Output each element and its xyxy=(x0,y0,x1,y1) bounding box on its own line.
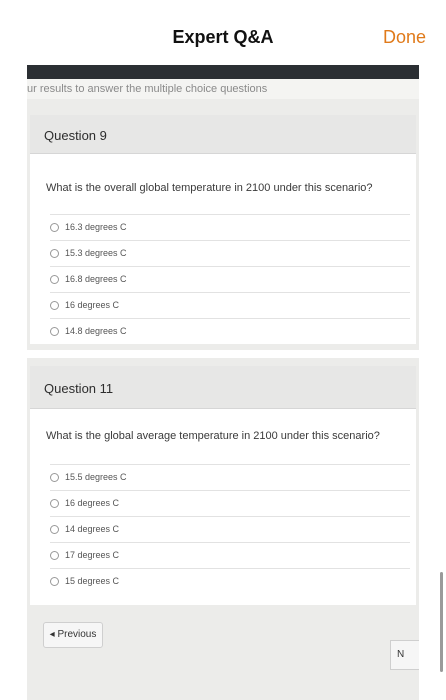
radio-icon[interactable] xyxy=(50,275,59,285)
previous-button[interactable]: ◂ Previous xyxy=(43,622,103,648)
option-label: 16.3 degrees C xyxy=(65,222,127,232)
answer-option[interactable]: 15.3 degrees C xyxy=(50,240,410,266)
option-label: 15 degrees C xyxy=(65,576,120,586)
answer-option[interactable]: 15.5 degrees C xyxy=(50,464,410,490)
question-title: Question 11 xyxy=(44,381,114,396)
question-header: Question 11 xyxy=(30,366,416,409)
answer-option[interactable]: 16.3 degrees C xyxy=(50,214,410,240)
done-button[interactable]: Done xyxy=(383,27,426,48)
photo-top-text: ur results to answer the multiple choice… xyxy=(27,79,419,99)
dark-strip xyxy=(27,65,419,80)
radio-icon[interactable] xyxy=(50,301,59,311)
question-header: Question 9 xyxy=(30,115,416,154)
option-label: 14.8 degrees C xyxy=(65,326,127,336)
answer-option[interactable]: 16.8 degrees C xyxy=(50,266,410,292)
radio-icon[interactable] xyxy=(50,473,59,483)
question-text: What is the global average temperature i… xyxy=(46,430,380,442)
option-label: 16 degrees C xyxy=(65,300,120,310)
radio-icon[interactable] xyxy=(50,551,59,561)
scrollbar[interactable] xyxy=(440,572,443,672)
answer-option[interactable]: 14.8 degrees C xyxy=(50,318,410,344)
radio-icon[interactable] xyxy=(50,327,59,337)
navigation-bar: Expert Q&A Done xyxy=(0,0,446,62)
option-label: 15.5 degrees C xyxy=(65,472,127,482)
question-body: What is the global average temperature i… xyxy=(30,409,416,605)
option-label: 17 degrees C xyxy=(65,550,120,560)
option-label: 14 degrees C xyxy=(65,524,120,534)
option-label: 16.8 degrees C xyxy=(65,274,127,284)
radio-icon[interactable] xyxy=(50,525,59,535)
answer-option[interactable]: 15 degrees C xyxy=(50,568,410,594)
next-button[interactable]: N xyxy=(390,640,419,670)
question-photo-2: Question 11 What is the global average t… xyxy=(27,358,419,700)
answer-option[interactable]: 14 degrees C xyxy=(50,516,410,542)
answer-option[interactable]: 16 degrees C xyxy=(50,490,410,516)
option-label: 16 degrees C xyxy=(65,498,120,508)
previous-label: Previous xyxy=(57,629,97,640)
option-label: 15.3 degrees C xyxy=(65,248,127,258)
radio-icon[interactable] xyxy=(50,577,59,587)
page-title: Expert Q&A xyxy=(172,27,274,47)
answer-option[interactable]: 16 degrees C xyxy=(50,292,410,318)
answer-option[interactable]: 17 degrees C xyxy=(50,542,410,568)
question-title: Question 9 xyxy=(44,128,107,143)
radio-icon[interactable] xyxy=(50,499,59,509)
radio-icon[interactable] xyxy=(50,223,59,233)
radio-icon[interactable] xyxy=(50,249,59,259)
question-body: What is the overall global temperature i… xyxy=(30,154,416,344)
question-photo-1: ur results to answer the multiple choice… xyxy=(27,65,419,350)
question-text: What is the overall global temperature i… xyxy=(46,182,373,194)
